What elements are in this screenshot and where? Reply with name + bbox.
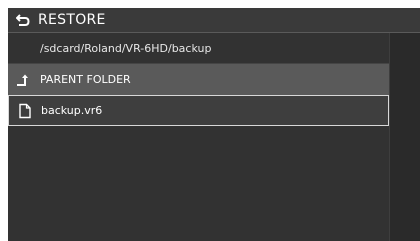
current-path: /sdcard/Roland/VR-6HD/backup bbox=[8, 33, 389, 64]
list-item-backup-file[interactable]: backup.vr6 bbox=[8, 95, 389, 126]
title-bar: RESTORE bbox=[8, 8, 420, 33]
path-label: /sdcard/Roland/VR-6HD/backup bbox=[40, 41, 212, 55]
file-icon bbox=[17, 103, 33, 119]
file-label: backup.vr6 bbox=[41, 104, 103, 117]
parent-folder-label: PARENT FOLDER bbox=[40, 73, 131, 86]
parent-folder-arrow-icon bbox=[16, 72, 32, 88]
scrollbar[interactable] bbox=[389, 33, 420, 241]
back-arrow-icon[interactable] bbox=[16, 13, 30, 27]
page-title: RESTORE bbox=[38, 12, 106, 28]
restore-screen: RESTORE /sdcard/Roland/VR-6HD/backup PAR… bbox=[8, 8, 420, 241]
list-item-parent-folder[interactable]: PARENT FOLDER bbox=[8, 64, 389, 95]
file-list: /sdcard/Roland/VR-6HD/backup PARENT FOLD… bbox=[8, 33, 389, 241]
